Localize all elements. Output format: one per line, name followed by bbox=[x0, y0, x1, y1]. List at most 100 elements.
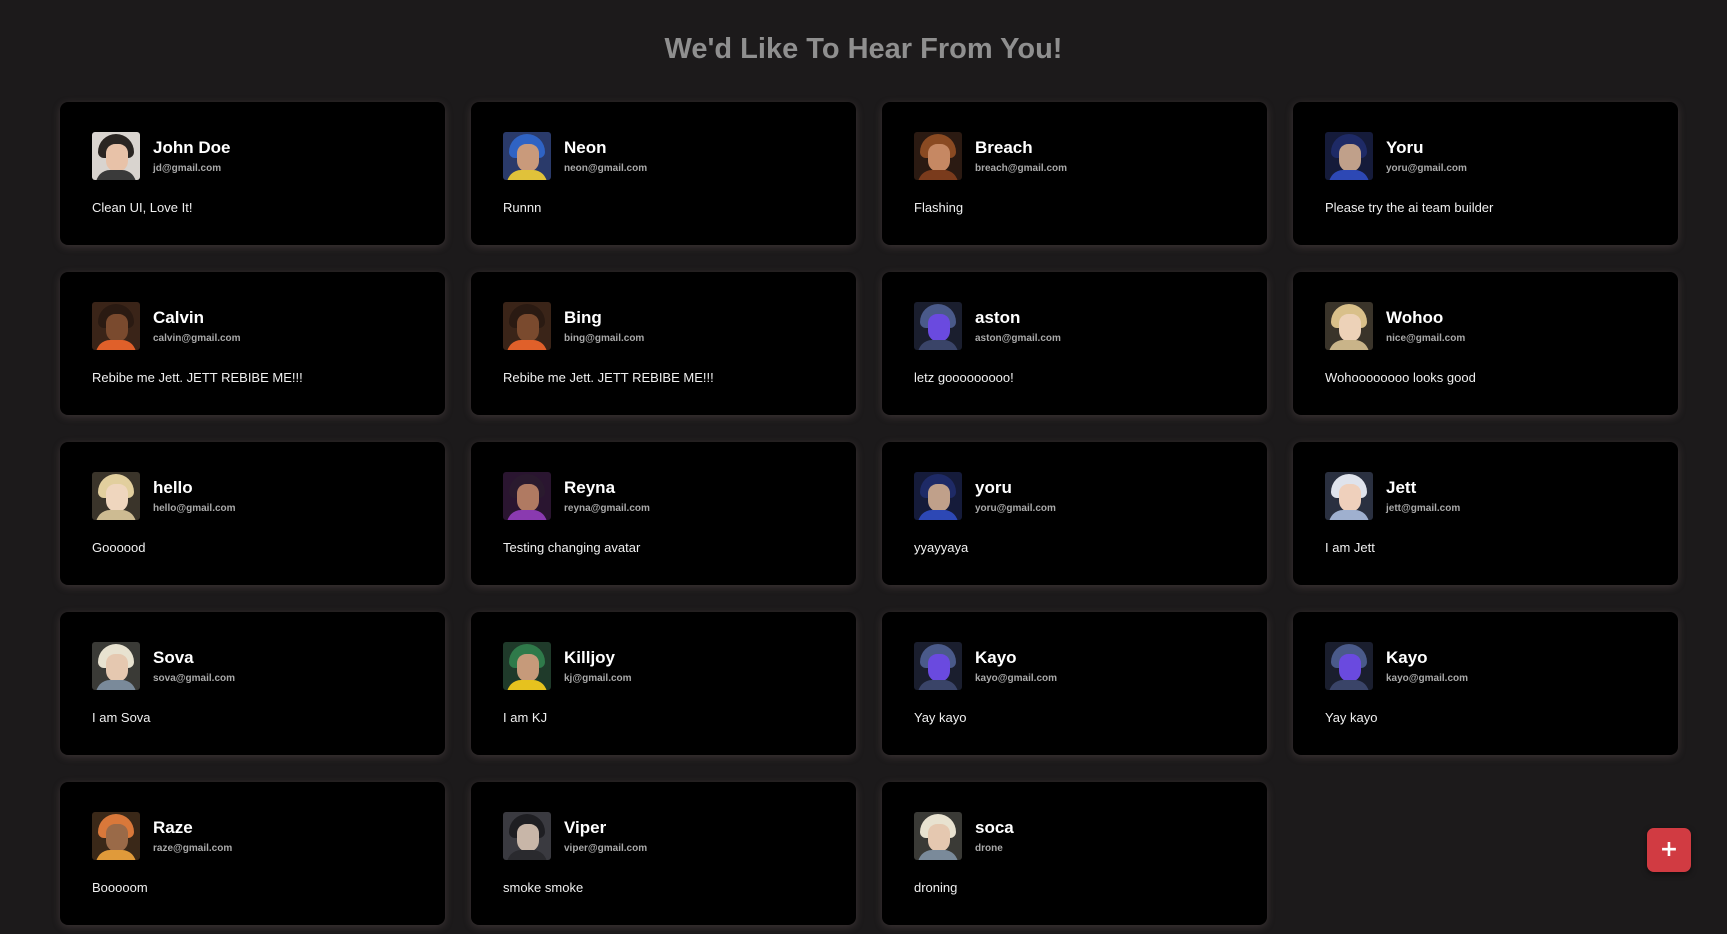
feedback-message: Clean UI, Love It! bbox=[92, 200, 193, 215]
feedback-message: I am Jett bbox=[1325, 540, 1375, 555]
avatar-face bbox=[517, 484, 539, 512]
card-header: Kayo kayo@gmail.com bbox=[1325, 642, 1646, 690]
user-email: kj@gmail.com bbox=[564, 672, 632, 684]
user-info: Sova sova@gmail.com bbox=[153, 648, 235, 685]
avatar-body bbox=[96, 680, 136, 690]
user-name: Jett bbox=[1386, 477, 1417, 497]
avatar-face bbox=[928, 484, 950, 512]
avatar-face bbox=[1339, 144, 1361, 172]
user-email: viper@gmail.com bbox=[564, 842, 648, 854]
user-info: Raze raze@gmail.com bbox=[153, 818, 232, 855]
add-feedback-button[interactable]: + bbox=[1647, 828, 1691, 872]
user-name: Wohoo bbox=[1386, 307, 1444, 327]
feedback-card: Kayo kayo@gmail.com Yay kayo bbox=[1293, 612, 1678, 755]
feedback-message: Testing changing avatar bbox=[503, 540, 641, 555]
avatar-face bbox=[517, 824, 539, 852]
feedback-card: Sova sova@gmail.com I am Sova bbox=[60, 612, 445, 755]
card-header: hello hello@gmail.com bbox=[92, 472, 413, 520]
avatar-face bbox=[517, 654, 539, 682]
feedback-card: John Doe jd@gmail.com Clean UI, Love It! bbox=[60, 102, 445, 245]
avatar-face bbox=[928, 314, 950, 342]
avatar-body bbox=[507, 340, 547, 350]
avatar-body bbox=[507, 850, 547, 860]
avatar-body bbox=[96, 340, 136, 350]
card-header: Yoru yoru@gmail.com bbox=[1325, 132, 1646, 180]
card-header: Sova sova@gmail.com bbox=[92, 642, 413, 690]
reyna-avatar bbox=[503, 472, 551, 520]
user-email: jett@gmail.com bbox=[1386, 502, 1461, 514]
user-email: reyna@gmail.com bbox=[564, 502, 650, 514]
avatar-face bbox=[928, 824, 950, 852]
user-info: Breach breach@gmail.com bbox=[975, 138, 1067, 175]
yoru-avatar bbox=[914, 472, 962, 520]
avatar-face bbox=[1339, 314, 1361, 342]
user-info: hello hello@gmail.com bbox=[153, 478, 236, 515]
avatar-body bbox=[1329, 680, 1369, 690]
user-email: jd@gmail.com bbox=[153, 162, 222, 174]
feedback-message: Yay kayo bbox=[1325, 710, 1378, 725]
user-info: Kayo kayo@gmail.com bbox=[975, 648, 1057, 685]
card-header: Viper viper@gmail.com bbox=[503, 812, 824, 860]
user-email: yoru@gmail.com bbox=[975, 502, 1056, 514]
jett-avatar bbox=[1325, 472, 1373, 520]
sova-avatar bbox=[914, 812, 962, 860]
avatar-face bbox=[1339, 484, 1361, 512]
user-info: aston aston@gmail.com bbox=[975, 308, 1061, 345]
user-name: Sova bbox=[153, 647, 194, 667]
feedback-card: yoru yoru@gmail.com yyayyaya bbox=[882, 442, 1267, 585]
card-header: Jett jett@gmail.com bbox=[1325, 472, 1646, 520]
sova-avatar bbox=[92, 642, 140, 690]
avatar-body bbox=[1329, 340, 1369, 350]
feedback-message: I am Sova bbox=[92, 710, 151, 725]
card-header: Raze raze@gmail.com bbox=[92, 812, 413, 860]
avatar-body bbox=[507, 510, 547, 520]
viper-avatar bbox=[503, 812, 551, 860]
user-email: bing@gmail.com bbox=[564, 332, 645, 344]
card-header: Wohoo nice@gmail.com bbox=[1325, 302, 1646, 350]
user-email: aston@gmail.com bbox=[975, 332, 1061, 344]
card-header: soca drone bbox=[914, 812, 1235, 860]
blonde-agent-avatar bbox=[1325, 302, 1373, 350]
feedback-card: Bing bing@gmail.com Rebibe me Jett. JETT R… bbox=[471, 272, 856, 415]
avatar-face bbox=[1339, 654, 1361, 682]
avatar-body bbox=[507, 170, 547, 180]
avatar-face bbox=[106, 144, 128, 172]
avatar-face bbox=[106, 824, 128, 852]
avatar-body bbox=[96, 510, 136, 520]
avatar-body bbox=[918, 680, 958, 690]
feedback-message: Runnn bbox=[503, 200, 542, 215]
killjoy-avatar bbox=[503, 642, 551, 690]
user-name: hello bbox=[153, 477, 193, 497]
phoenix-avatar bbox=[92, 302, 140, 350]
neon-avatar bbox=[503, 132, 551, 180]
user-info: Wohoo nice@gmail.com bbox=[1386, 308, 1465, 345]
user-email: breach@gmail.com bbox=[975, 162, 1068, 174]
user-name: Breach bbox=[975, 137, 1033, 157]
feedback-message: I am KJ bbox=[503, 710, 548, 725]
avatar-face bbox=[517, 314, 539, 342]
user-name: Kayo bbox=[975, 647, 1017, 667]
feedback-message: Flashing bbox=[914, 200, 964, 215]
feedback-message: yyayyaya bbox=[914, 540, 969, 555]
feedback-message: Goooood bbox=[92, 540, 146, 555]
avatar-face bbox=[928, 144, 950, 172]
avatar-body bbox=[918, 340, 958, 350]
user-name: yoru bbox=[975, 477, 1012, 497]
user-email: sova@gmail.com bbox=[153, 672, 236, 684]
raze-avatar bbox=[92, 812, 140, 860]
user-name: Killjoy bbox=[564, 647, 616, 667]
feedback-message: Yay kayo bbox=[914, 710, 967, 725]
user-info: Calvin calvin@gmail.com bbox=[153, 308, 241, 345]
feedback-message: droning bbox=[914, 880, 958, 895]
kayo-robot-avatar bbox=[1325, 642, 1373, 690]
card-header: Calvin calvin@gmail.com bbox=[92, 302, 413, 350]
card-header: Killjoy kj@gmail.com bbox=[503, 642, 824, 690]
feedback-card: Kayo kayo@gmail.com Yay kayo bbox=[882, 612, 1267, 755]
user-name: Raze bbox=[153, 817, 193, 837]
user-info: Viper viper@gmail.com bbox=[564, 818, 647, 855]
feedback-card: Jett jett@gmail.com I am Jett bbox=[1293, 442, 1678, 585]
feedback-card: Viper viper@gmail.com smoke smoke bbox=[471, 782, 856, 925]
feedback-card: Killjoy kj@gmail.com I am KJ bbox=[471, 612, 856, 755]
user-info: Jett jett@gmail.com bbox=[1386, 478, 1460, 515]
plus-icon: + bbox=[1659, 837, 1679, 862]
